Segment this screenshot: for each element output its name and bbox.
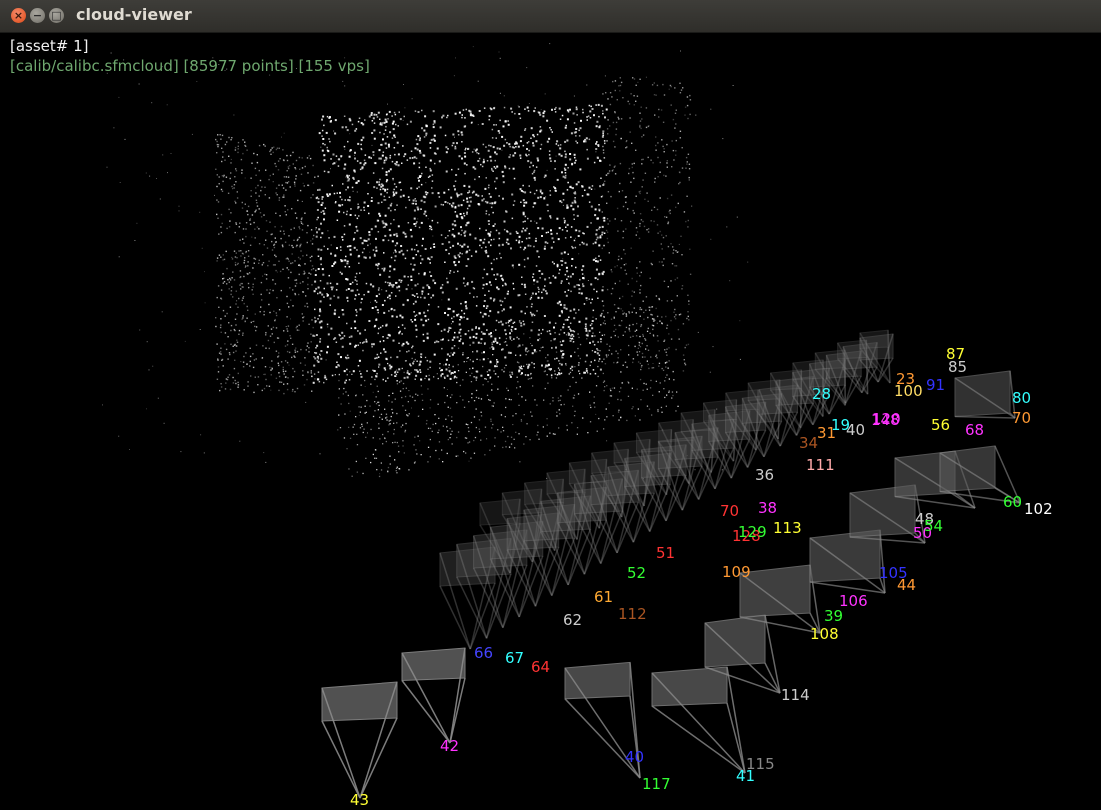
camera-frustums [321,329,1021,799]
camera-label: 114 [781,686,810,704]
maximize-button[interactable]: □ [49,8,64,23]
camera-frustum [401,647,466,744]
3d-viewport[interactable]: 43 42 117 40 41 115 114 66 67 64 62 112 61 52 109 108 39… [0,33,1101,810]
camera-label: 68 [965,421,984,439]
camera-label: 19 [831,416,850,434]
camera-label: 36 [755,466,774,484]
camera-frustum [954,370,1016,419]
minimize-icon: − [32,9,43,22]
camera-label: 112 [618,605,647,623]
camera-label: 111 [806,456,835,474]
application-window: × − □ cloud-viewer 43 42 117 40 41 115 114 66 67… [0,0,1101,810]
camera-label: 44 [897,576,916,594]
camera-label: 109 [722,563,751,581]
camera-label: 106 [839,592,868,610]
camera-label: 117 [642,775,671,793]
camera-label: 62 [563,611,582,629]
camera-label: 43 [350,791,369,809]
camera-label: 67 [505,649,524,667]
camera-label: 64 [531,658,550,676]
cloud-info-text: [calib/calibc.sfmcloud] [85977 points] [… [10,57,370,75]
camera-label: 115 [746,755,775,773]
camera-label: 102 [1024,500,1053,518]
camera-label: 66 [474,644,493,662]
camera-label: 70 [720,502,739,520]
camera-label: 54 [924,517,943,535]
maximize-icon: □ [51,9,62,22]
close-icon: × [13,9,24,22]
camera-label: 108 [810,625,839,643]
point-cloud [102,43,749,480]
minimize-button[interactable]: − [30,8,45,23]
camera-label: 129 [738,523,767,541]
title-bar[interactable]: × − □ cloud-viewer [0,0,1101,33]
camera-label: 85 [948,358,967,376]
camera-label: 56 [931,416,950,434]
asset-index-text: [asset# 1] [10,37,89,55]
camera-label: 42 [440,737,459,755]
camera-label: 60 [1003,493,1022,511]
point-cloud-scene[interactable]: 4342117404111511466 67 6462 1126152 10910839… [0,33,1101,810]
camera-label: 38 [758,499,777,517]
camera-label: 148 [871,411,900,429]
camera-label: 52 [627,564,646,582]
camera-label: 28 [812,385,831,403]
camera-label: 80 [1012,389,1031,407]
camera-label: 40 [625,748,644,766]
camera-label: 91 [926,376,945,394]
window-title: cloud-viewer [76,5,192,24]
camera-frustum [651,666,746,774]
camera-label: 34 [799,434,818,452]
camera-frustum [321,681,398,799]
camera-label: 70 [1012,409,1031,427]
camera-label: 51 [656,544,675,562]
camera-label: 61 [594,588,613,606]
camera-label: 23 [896,370,915,388]
camera-label: 113 [773,519,802,537]
close-button[interactable]: × [11,8,26,23]
